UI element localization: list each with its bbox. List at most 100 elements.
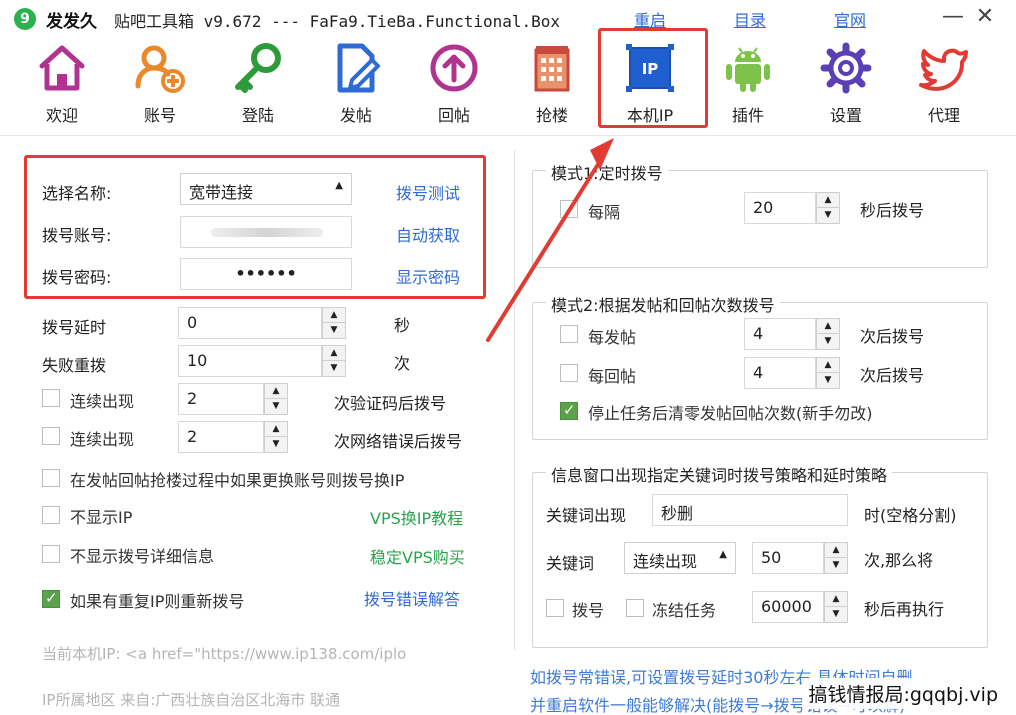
highlight-box bbox=[598, 28, 708, 128]
toolbar-label: 账号 bbox=[143, 106, 176, 125]
account-field[interactable] bbox=[180, 216, 352, 248]
stepper-down-icon[interactable]: ▼ bbox=[265, 437, 287, 452]
toolbar-label: 代理 bbox=[927, 106, 960, 125]
keyword-appear-input[interactable]: 秒删 bbox=[652, 494, 848, 526]
keyword-mode-select[interactable]: 连续出现 ▲ bbox=[624, 542, 736, 574]
per-reply-checkbox[interactable] bbox=[560, 364, 578, 382]
keyword-mode-value: 连续出现 bbox=[633, 552, 698, 571]
consecutive-captcha-stepper[interactable]: ▲ ▼ bbox=[264, 383, 288, 415]
toolbar-login[interactable]: 登陆 bbox=[210, 40, 306, 130]
toolbar-welcome[interactable]: 欢迎 bbox=[14, 40, 110, 130]
freeze-time-stepper[interactable]: ▲ ▼ bbox=[824, 591, 848, 623]
consecutive-network-checkbox[interactable] bbox=[42, 427, 60, 445]
stepper-down-icon[interactable]: ▼ bbox=[265, 399, 287, 414]
toolbar-settings[interactable]: 设置 bbox=[798, 40, 894, 130]
freeze-task-checkbox[interactable] bbox=[626, 599, 644, 617]
close-button[interactable]: ✕ bbox=[972, 4, 998, 30]
stepper-up-icon[interactable]: ▲ bbox=[825, 592, 847, 607]
stepper-down-icon[interactable]: ▼ bbox=[817, 208, 839, 223]
auto-fetch-link[interactable]: 自动获取 bbox=[396, 222, 460, 246]
stepper-up-icon[interactable]: ▲ bbox=[825, 543, 847, 558]
mode1-title: 模式1:定时拨号 bbox=[546, 160, 668, 184]
toolbar-label: 欢迎 bbox=[45, 106, 78, 125]
consecutive-captcha-checkbox[interactable] bbox=[42, 389, 60, 407]
per-post-stepper[interactable]: ▲ ▼ bbox=[816, 318, 840, 350]
stepper-up-icon[interactable]: ▲ bbox=[817, 358, 839, 373]
every-stepper[interactable]: ▲ ▼ bbox=[816, 192, 840, 224]
blurred-value bbox=[211, 228, 323, 237]
hide-ip-checkbox[interactable] bbox=[42, 506, 60, 524]
app-name: 发发久 bbox=[46, 12, 97, 32]
building-icon bbox=[534, 46, 570, 92]
toolbar-grab-floor[interactable]: 抢楼 bbox=[504, 40, 600, 130]
toolbar-proxy[interactable]: 代理 bbox=[896, 40, 992, 130]
per-post-checkbox[interactable] bbox=[560, 325, 578, 343]
switch-account-ip-checkbox[interactable] bbox=[42, 469, 60, 487]
stepper-down-icon[interactable]: ▼ bbox=[817, 334, 839, 349]
stepper-up-icon[interactable]: ▲ bbox=[265, 384, 287, 399]
minimize-button[interactable]: — bbox=[940, 4, 966, 30]
toolbar-post[interactable]: 发帖 bbox=[308, 40, 404, 130]
retry-stepper[interactable]: ▲ ▼ bbox=[322, 345, 346, 377]
hide-dial-detail-checkbox[interactable] bbox=[42, 545, 60, 563]
connection-select[interactable]: 宽带连接 ▲ bbox=[180, 173, 352, 205]
show-password-link[interactable]: 显示密码 bbox=[396, 264, 460, 288]
freeze-time-input[interactable]: 60000 bbox=[752, 591, 824, 623]
delay-unit: 秒 bbox=[394, 316, 411, 335]
keyword-count-stepper[interactable]: ▲ ▼ bbox=[824, 542, 848, 574]
retry-input[interactable]: 10 bbox=[178, 345, 322, 377]
toolbar-account[interactable]: 账号 bbox=[112, 40, 208, 130]
stepper-down-icon[interactable]: ▼ bbox=[323, 361, 345, 376]
mode2-title: 模式2:根据发帖和回帖次数拨号 bbox=[546, 292, 780, 316]
key-icon bbox=[235, 43, 281, 93]
toolbar-label: 插件 bbox=[731, 106, 764, 125]
website-link[interactable]: 官网 bbox=[834, 7, 866, 31]
consecutive-network-stepper[interactable]: ▲ ▼ bbox=[264, 421, 288, 453]
consecutive-captcha-suffix: 次验证码后拨号 bbox=[334, 394, 447, 413]
dial-action-checkbox[interactable] bbox=[546, 599, 564, 617]
stepper-up-icon[interactable]: ▲ bbox=[265, 422, 287, 437]
toolbar-reply[interactable]: 回帖 bbox=[406, 40, 502, 130]
stepper-down-icon[interactable]: ▼ bbox=[323, 323, 345, 338]
every-label: 每隔 bbox=[588, 203, 621, 222]
per-post-suffix: 次后拨号 bbox=[860, 327, 925, 346]
redial-duplicate-checkbox[interactable] bbox=[42, 589, 60, 608]
connection-select-value: 宽带连接 bbox=[189, 183, 254, 202]
main-toolbar: 欢迎 账号 登陆 发帖 回帖 抢楼 IP 本机IP 插件 设置 代理 bbox=[0, 28, 1016, 134]
stepper-down-icon[interactable]: ▼ bbox=[825, 558, 847, 573]
clear-counts-checkbox[interactable] bbox=[560, 401, 578, 420]
consecutive-captcha-input[interactable]: 2 bbox=[178, 383, 264, 415]
directory-link[interactable]: 目录 bbox=[734, 7, 766, 31]
retry-label: 失败重拨 bbox=[42, 356, 107, 375]
stepper-up-icon[interactable]: ▲ bbox=[323, 346, 345, 361]
consecutive-captcha-label: 连续出现 bbox=[70, 392, 135, 411]
upload-circle-icon bbox=[430, 44, 478, 92]
password-field[interactable]: •••••• bbox=[180, 258, 352, 290]
keyword-label: 关键词 bbox=[546, 554, 595, 573]
panel-divider bbox=[514, 150, 515, 650]
per-reply-stepper[interactable]: ▲ ▼ bbox=[816, 357, 840, 389]
toolbar-plugins[interactable]: 插件 bbox=[700, 40, 796, 130]
per-reply-suffix: 次后拨号 bbox=[860, 366, 925, 385]
stepper-down-icon[interactable]: ▼ bbox=[817, 373, 839, 388]
delay-stepper[interactable]: ▲ ▼ bbox=[322, 307, 346, 339]
keyword-count-input[interactable]: 50 bbox=[752, 542, 824, 574]
every-checkbox[interactable] bbox=[560, 200, 578, 218]
per-post-input[interactable]: 4 bbox=[744, 318, 816, 350]
vps-tutorial-link[interactable]: VPS换IP教程 bbox=[370, 505, 463, 529]
stable-vps-link[interactable]: 稳定VPS购买 bbox=[370, 544, 465, 568]
dial-error-help-link[interactable]: 拨号错误解答 bbox=[364, 586, 460, 610]
consecutive-network-input[interactable]: 2 bbox=[178, 421, 264, 453]
dial-test-link[interactable]: 拨号测试 bbox=[396, 180, 460, 204]
stepper-up-icon[interactable]: ▲ bbox=[817, 319, 839, 334]
switch-account-ip-label: 在发帖回帖抢楼过程中如果更换账号则拨号换IP bbox=[70, 471, 405, 490]
per-reply-input[interactable]: 4 bbox=[744, 357, 816, 389]
every-suffix: 秒后拨号 bbox=[860, 201, 925, 220]
stepper-up-icon[interactable]: ▲ bbox=[323, 308, 345, 323]
every-input[interactable]: 20 bbox=[744, 192, 816, 224]
toolbar-label: 发帖 bbox=[339, 106, 372, 125]
stepper-up-icon[interactable]: ▲ bbox=[817, 193, 839, 208]
delay-input[interactable]: 0 bbox=[178, 307, 322, 339]
stepper-down-icon[interactable]: ▼ bbox=[825, 607, 847, 622]
toolbar-label: 设置 bbox=[829, 106, 862, 125]
